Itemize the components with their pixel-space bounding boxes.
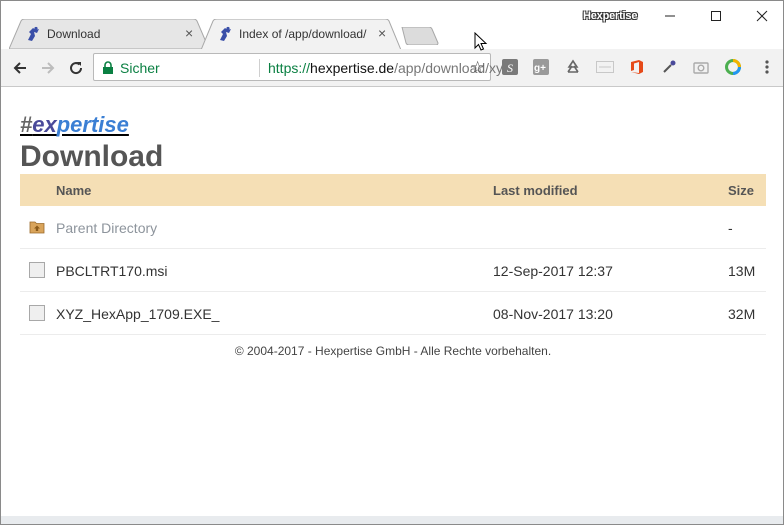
bottom-bar <box>1 516 783 524</box>
menu-kebab-icon[interactable] <box>758 58 776 76</box>
logo-hash: # <box>20 112 33 137</box>
logo-ex: ex <box>32 112 57 137</box>
muted-extension-icon[interactable] <box>596 58 614 76</box>
back-button[interactable] <box>9 57 31 79</box>
browser-window: Download × Index of /app/download/ × Hex… <box>0 0 784 525</box>
camera-extension-icon[interactable] <box>692 58 710 76</box>
tab-title: Download <box>47 27 101 41</box>
table-row: PBCLTRT170.msi 12-Sep-2017 12:37 13M <box>20 249 766 292</box>
google-plus-extension-icon[interactable]: g+ <box>532 58 550 76</box>
svg-text:S: S <box>507 61 513 75</box>
tab-close-button[interactable]: × <box>185 24 193 42</box>
hexpertise-favicon-icon <box>25 26 41 42</box>
file-icon <box>29 305 45 321</box>
omnibox-divider <box>259 59 260 77</box>
column-name-header[interactable]: Name <box>56 183 91 198</box>
row-modified: 08-Nov-2017 13:20 <box>493 306 613 322</box>
color-wheel-extension-icon[interactable] <box>724 58 742 76</box>
hexpertise-favicon-icon <box>217 26 233 42</box>
column-size-header[interactable]: Size <box>728 183 754 198</box>
mouse-cursor-icon <box>474 31 488 57</box>
table-row: Parent Directory - <box>20 206 766 249</box>
secure-label[interactable]: Sicher <box>120 60 160 76</box>
lock-icon[interactable] <box>102 61 114 80</box>
bookmark-star-icon[interactable]: ☆ <box>470 59 485 76</box>
profile-name[interactable]: Hexpertise <box>583 10 637 22</box>
office-extension-icon[interactable] <box>628 58 646 76</box>
folder-up-icon <box>29 219 45 235</box>
file-icon <box>29 262 45 278</box>
tab-strip: Download × Index of /app/download/ × Hex… <box>1 1 783 50</box>
row-size: 32M <box>728 306 756 322</box>
tab-index-of[interactable]: Index of /app/download/ × <box>201 19 401 50</box>
column-modified-header[interactable]: Last modified <box>493 183 578 198</box>
url-scheme: https:// <box>268 60 311 76</box>
page-title: Download <box>20 140 164 173</box>
row-size: 13M <box>728 263 756 279</box>
close-window-button[interactable] <box>739 1 783 31</box>
page-footer: © 2004-2017 - Hexpertise GmbH - Alle Rec… <box>234 344 552 358</box>
tab-download[interactable]: Download × <box>9 19 209 49</box>
row-modified: 12-Sep-2017 12:37 <box>493 263 613 279</box>
tab-close-button[interactable]: × <box>378 24 386 42</box>
hexpertise-logo-link[interactable]: #expertise <box>20 112 129 138</box>
url-host: hexpertise.de <box>310 60 395 76</box>
svg-text:g+: g+ <box>534 63 546 74</box>
tab-title: Index of /app/download/ <box>239 27 367 41</box>
directory-listing: Name Last modified Size Parent Directory… <box>20 174 766 335</box>
table-row: XYZ_HexApp_1709.EXE_ 08-Nov-2017 13:20 3… <box>20 292 766 335</box>
row-size: - <box>728 220 733 236</box>
recycle-extension-icon[interactable] <box>564 58 582 76</box>
forward-button[interactable] <box>37 57 59 79</box>
url-path: /app/download/xyz/ <box>394 60 514 76</box>
file-link[interactable]: XYZ_HexApp_1709.EXE_ <box>56 306 219 322</box>
stylish-extension-icon[interactable]: S <box>501 58 519 76</box>
parent-directory-link[interactable]: Parent Directory <box>56 220 157 236</box>
reload-button[interactable] <box>65 57 87 79</box>
maximize-button[interactable] <box>693 1 739 31</box>
browser-toolbar: Sicher https://hexpertise.de/app/downloa… <box>1 49 783 87</box>
new-tab-button[interactable] <box>401 26 439 50</box>
address-bar[interactable]: Sicher https://hexpertise.de/app/downloa… <box>93 53 514 81</box>
logo-pert: pertise <box>56 112 129 137</box>
listing-header: Name Last modified Size <box>20 174 766 206</box>
minimize-button[interactable] <box>647 1 693 31</box>
eyedropper-extension-icon[interactable] <box>660 58 678 76</box>
page-content: #expertise Download Name Last modified S… <box>1 88 783 516</box>
file-link[interactable]: PBCLTRT170.msi <box>56 263 168 279</box>
